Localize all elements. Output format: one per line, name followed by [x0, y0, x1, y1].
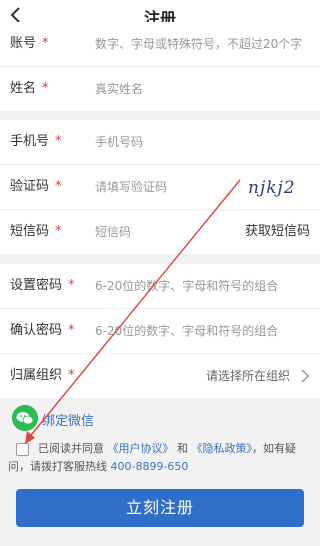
agreement-and: 和 — [177, 442, 188, 455]
register-button[interactable]: 立刻注册 — [16, 489, 304, 527]
wechat-icon[interactable] — [12, 405, 38, 431]
required-mark: * — [42, 36, 49, 51]
sms-label: 短信码 * — [10, 224, 62, 239]
confirm-label: 确认密码 * — [10, 323, 75, 338]
required-mark: * — [68, 323, 75, 338]
phone-input[interactable]: 手机号码 — [95, 120, 295, 164]
required-mark: * — [42, 81, 49, 96]
org-select[interactable]: 请选择所在组织 — [206, 354, 290, 398]
required-mark: * — [55, 224, 62, 239]
password-group: 设置密码 * 6-20位的数字、字母和符号的组合 确认密码 * 6-20位的数字、字… — [0, 264, 320, 398]
name-row: 姓名 * 真实姓名 — [0, 67, 320, 111]
password-input[interactable]: 6-20位的数字、字母和符号的组合 — [95, 264, 317, 308]
account-row: 账号 * 数字、字母或特殊符号，不超过20个字 — [0, 22, 320, 67]
required-mark: * — [55, 134, 62, 149]
sms-row: 短信码 * 短信码 获取短信码 — [0, 210, 320, 254]
phone-label: 手机号 * — [10, 134, 62, 149]
phone-row: 手机号 * 手机号码 — [0, 120, 320, 165]
required-mark: * — [55, 179, 62, 194]
user-agreement-link[interactable]: 《用户协议》 — [108, 442, 174, 455]
confirm-row: 确认密码 * 6-20位的数字、字母和符号的组合 — [0, 309, 320, 354]
chevron-right-icon[interactable] — [300, 369, 310, 383]
account-label: 账号 * — [10, 36, 49, 51]
password-row: 设置密码 * 6-20位的数字、字母和符号的组合 — [0, 264, 320, 309]
captcha-row: 验证码 * 请填写验证码 njkj2 — [0, 165, 320, 210]
privacy-policy-link[interactable]: 《隐私政策》 — [192, 442, 253, 455]
name-label: 姓名 * — [10, 81, 49, 96]
captcha-image[interactable]: njkj2 — [246, 175, 308, 199]
captcha-input[interactable]: 请填写验证码 — [95, 165, 235, 209]
hotline-link[interactable]: 400-8899-650 — [111, 460, 189, 473]
org-row[interactable]: 归属组织 * 请选择所在组织 — [0, 354, 320, 398]
bind-wechat-link[interactable]: 绑定微信 — [42, 410, 94, 429]
account-group: 账号 * 数字、字母或特殊符号，不超过20个字 姓名 * 真实姓名 — [0, 22, 320, 111]
agreement-prefix: 已阅读并同意 — [38, 442, 104, 455]
org-label: 归属组织 * — [10, 368, 75, 383]
required-mark: * — [68, 278, 75, 293]
sms-input[interactable]: 短信码 — [95, 210, 215, 254]
confirm-password-input[interactable]: 6-20位的数字、字母和符号的组合 — [95, 309, 317, 353]
required-mark: * — [68, 368, 75, 383]
account-input[interactable]: 数字、字母或特殊符号，不超过20个字 — [95, 22, 317, 66]
captcha-label: 验证码 * — [10, 179, 62, 194]
name-input[interactable]: 真实姓名 — [95, 67, 295, 111]
verify-group: 手机号 * 手机号码 验证码 * 请填写验证码 njkj2 短信码 * 短信码 获取短… — [0, 120, 320, 254]
password-label: 设置密码 * — [10, 278, 75, 293]
agreement-text: 已阅读并同意 《用户协议》 和 《隐私政策》，如有疑问，请拨打客服热线 400-… — [8, 440, 316, 476]
captcha-text: njkj2 — [248, 178, 296, 198]
get-sms-button[interactable]: 获取短信码 — [245, 210, 310, 254]
